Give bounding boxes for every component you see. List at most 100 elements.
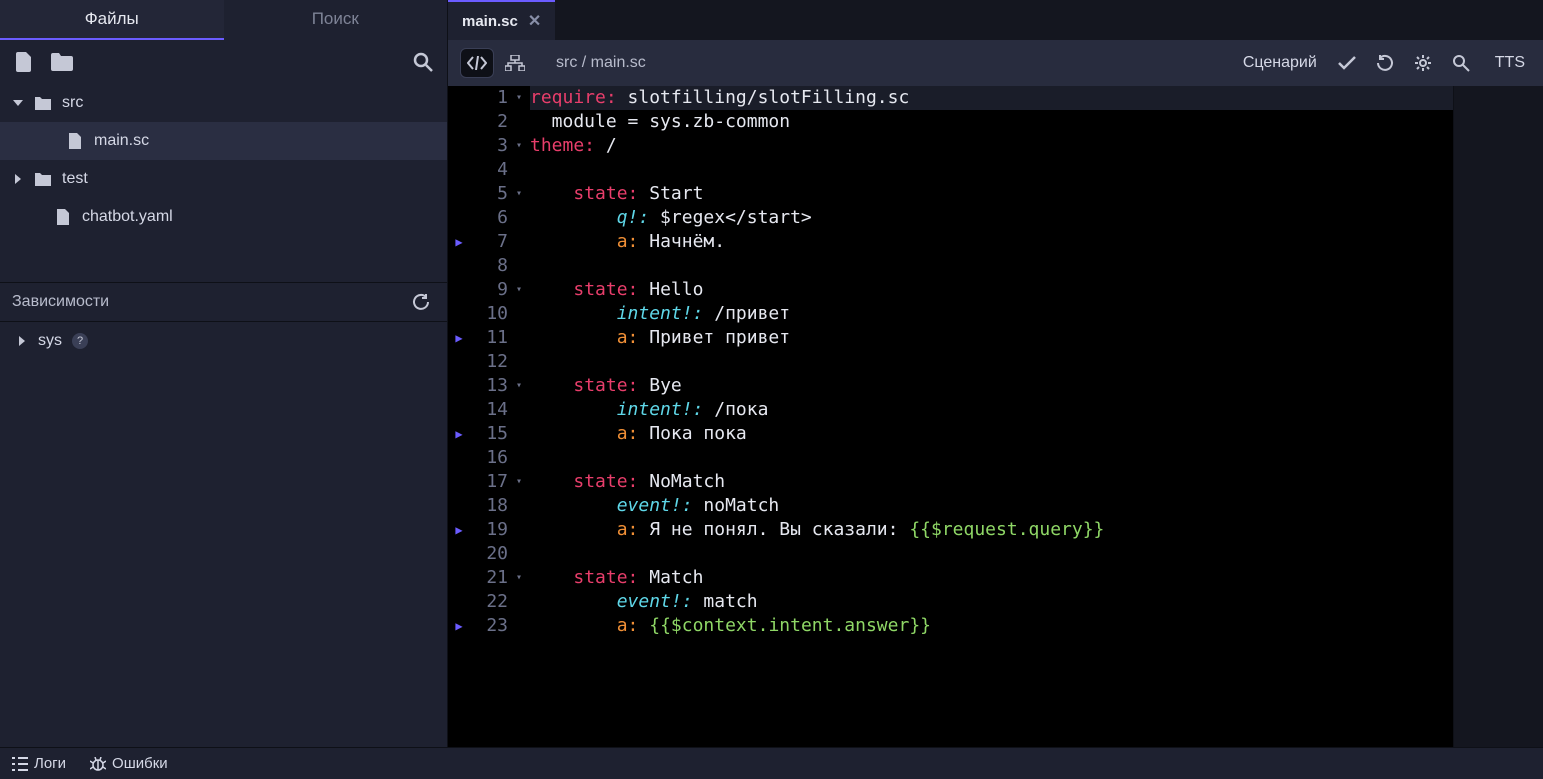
- dependencies-label: Зависимости: [12, 293, 109, 311]
- code-editor[interactable]: ▶▶▶▶▶ 1234567891011121314151617181920212…: [448, 86, 1543, 747]
- play-icon: ▶: [448, 518, 470, 542]
- line-number: 11: [470, 326, 508, 350]
- view-toggle: [460, 48, 532, 78]
- undo-button[interactable]: [1371, 49, 1399, 77]
- dep-label: sys: [38, 332, 62, 350]
- code-line[interactable]: intent!: /привет: [530, 302, 1453, 326]
- dep-sys[interactable]: sys ?: [0, 322, 447, 360]
- play-gutter-cell[interactable]: ▶: [448, 326, 470, 350]
- code-line[interactable]: state: Hello: [530, 278, 1453, 302]
- check-button[interactable]: [1333, 49, 1361, 77]
- search-icon: [1452, 54, 1470, 72]
- sidebar-search-button[interactable]: [409, 48, 437, 76]
- sidebar-tab-files[interactable]: Файлы: [0, 0, 224, 40]
- new-file-button[interactable]: [10, 48, 38, 76]
- code-line[interactable]: a: Я не понял. Вы сказали: {{$request.qu…: [530, 518, 1453, 542]
- fold-toggle[interactable]: ▾: [516, 134, 530, 158]
- play-icon: ▶: [448, 422, 470, 446]
- fold-toggle: [516, 542, 530, 566]
- line-number: 7: [470, 230, 508, 254]
- search-icon: [413, 52, 433, 72]
- editor-tab-main[interactable]: main.sc ✕: [448, 0, 555, 40]
- line-number: 23: [470, 614, 508, 638]
- fold-toggle[interactable]: ▾: [516, 566, 530, 590]
- play-gutter-cell: [448, 494, 470, 518]
- fold-toggle[interactable]: ▾: [516, 278, 530, 302]
- refresh-deps-button[interactable]: [407, 288, 435, 316]
- tree-folder-test[interactable]: test: [0, 160, 447, 198]
- fold-toggle: [516, 302, 530, 326]
- play-gutter-cell[interactable]: ▶: [448, 422, 470, 446]
- code-view-button[interactable]: [460, 48, 494, 78]
- line-number: 13: [470, 374, 508, 398]
- play-gutter-cell[interactable]: ▶: [448, 518, 470, 542]
- fold-toggle[interactable]: ▾: [516, 470, 530, 494]
- code-line[interactable]: q!: $regex</start>: [530, 206, 1453, 230]
- graph-icon: [505, 55, 525, 71]
- fold-toggle: [516, 206, 530, 230]
- code-line[interactable]: event!: match: [530, 590, 1453, 614]
- tree-file-main[interactable]: main.sc: [0, 122, 447, 160]
- code-line[interactable]: [530, 254, 1453, 278]
- fold-toggle: [516, 590, 530, 614]
- editor-tab-label: main.sc: [462, 13, 518, 30]
- code-line[interactable]: state: Bye: [530, 374, 1453, 398]
- code-line[interactable]: state: NoMatch: [530, 470, 1453, 494]
- tree-file-chatbot[interactable]: chatbot.yaml: [0, 198, 447, 236]
- help-icon[interactable]: ?: [72, 333, 88, 349]
- code-line[interactable]: a: Пока пока: [530, 422, 1453, 446]
- play-gutter-cell[interactable]: ▶: [448, 230, 470, 254]
- play-gutter-cell: [448, 110, 470, 134]
- file-tree: src main.sc test: [0, 84, 447, 236]
- code-line[interactable]: a: {{$context.intent.answer}}: [530, 614, 1453, 638]
- code-line[interactable]: state: Match: [530, 566, 1453, 590]
- graph-view-button[interactable]: [498, 48, 532, 78]
- file-icon: [15, 52, 33, 72]
- fold-toggle: [516, 110, 530, 134]
- code-line[interactable]: module = sys.zb-common: [530, 110, 1453, 134]
- folder-icon: [34, 170, 52, 188]
- play-gutter-cell: [448, 254, 470, 278]
- code-line[interactable]: a: Привет привет: [530, 326, 1453, 350]
- status-logs[interactable]: Логи: [12, 755, 66, 772]
- play-icon: ▶: [448, 614, 470, 638]
- list-icon: [12, 757, 28, 771]
- code-line[interactable]: require: slotfilling/slotFilling.sc: [530, 86, 1453, 110]
- line-number: 12: [470, 350, 508, 374]
- tree-folder-src[interactable]: src: [0, 84, 447, 122]
- sidebar-tab-search[interactable]: Поиск: [224, 0, 448, 40]
- code-icon: [467, 56, 487, 70]
- scenario-label[interactable]: Сценарий: [1243, 54, 1317, 72]
- minimap[interactable]: [1453, 86, 1543, 747]
- play-gutter-cell: [448, 134, 470, 158]
- play-gutter-cell: [448, 158, 470, 182]
- line-number: 9: [470, 278, 508, 302]
- code-line[interactable]: intent!: /пока: [530, 398, 1453, 422]
- tts-label[interactable]: TTS: [1495, 54, 1525, 72]
- fold-toggle[interactable]: ▾: [516, 182, 530, 206]
- fold-toggle: [516, 398, 530, 422]
- code-line[interactable]: theme: /: [530, 134, 1453, 158]
- editor-area: main.sc ✕ src / main.sc Сценарий: [448, 0, 1543, 747]
- code-line[interactable]: [530, 158, 1453, 182]
- close-tab-button[interactable]: ✕: [528, 11, 541, 31]
- new-folder-button[interactable]: [48, 48, 76, 76]
- settings-button[interactable]: [1409, 49, 1437, 77]
- code-line[interactable]: [530, 542, 1453, 566]
- code-line[interactable]: [530, 446, 1453, 470]
- editor-search-button[interactable]: [1447, 49, 1475, 77]
- editor-tabs: main.sc ✕: [448, 0, 1543, 40]
- code-line[interactable]: event!: noMatch: [530, 494, 1453, 518]
- play-gutter-cell[interactable]: ▶: [448, 614, 470, 638]
- status-logs-label: Логи: [34, 755, 66, 772]
- code-line[interactable]: a: Начнём.: [530, 230, 1453, 254]
- line-number: 3: [470, 134, 508, 158]
- chevron-down-icon: [12, 97, 24, 109]
- fold-toggle: [516, 518, 530, 542]
- play-icon: ▶: [448, 230, 470, 254]
- fold-toggle[interactable]: ▾: [516, 86, 530, 110]
- code-line[interactable]: [530, 350, 1453, 374]
- fold-toggle[interactable]: ▾: [516, 374, 530, 398]
- status-errors[interactable]: Ошибки: [90, 755, 168, 772]
- code-line[interactable]: state: Start: [530, 182, 1453, 206]
